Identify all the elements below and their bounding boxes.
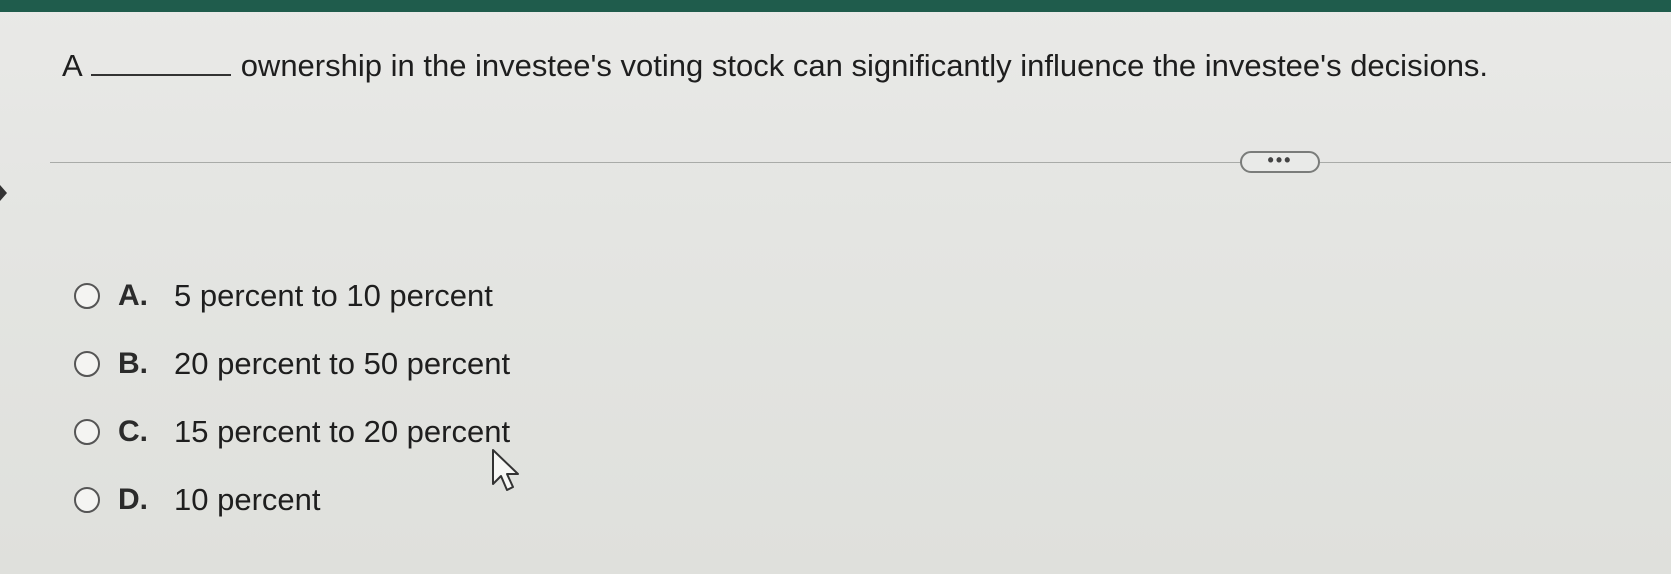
radio-b-icon[interactable] bbox=[74, 351, 100, 377]
top-bar bbox=[0, 0, 1671, 12]
radio-c-icon[interactable] bbox=[74, 419, 100, 445]
question-prefix: A bbox=[62, 48, 83, 83]
option-d[interactable]: D. 10 percent bbox=[70, 466, 510, 534]
mouse-pointer-icon bbox=[492, 449, 519, 491]
option-letter: A. bbox=[118, 279, 148, 312]
option-text: 20 percent to 50 percent bbox=[174, 346, 511, 381]
question-suffix: ownership in the investee's voting stock… bbox=[240, 48, 1489, 83]
option-b[interactable]: B. 20 percent to 50 percent bbox=[70, 330, 510, 398]
option-a[interactable]: A. 5 percent to 10 percent bbox=[70, 262, 510, 330]
question-text: Aownership in the investee's voting stoc… bbox=[62, 44, 1622, 88]
divider bbox=[50, 162, 1671, 163]
option-letter: C. bbox=[118, 415, 148, 448]
option-letter: B. bbox=[118, 347, 148, 380]
more-options-button[interactable]: ••• bbox=[1240, 151, 1320, 173]
answer-options: A. 5 percent to 10 percent B. 20 percent… bbox=[70, 262, 510, 534]
answer-blank bbox=[90, 46, 231, 76]
option-text: 10 percent bbox=[174, 482, 321, 517]
option-letter: D. bbox=[118, 483, 148, 516]
radio-d-icon[interactable] bbox=[74, 487, 100, 513]
option-text: 5 percent to 10 percent bbox=[174, 278, 493, 313]
option-text: 15 percent to 20 percent bbox=[174, 414, 511, 449]
radio-a-icon[interactable] bbox=[74, 283, 100, 309]
collapse-arrow-icon[interactable] bbox=[0, 185, 7, 201]
option-c[interactable]: C. 15 percent to 20 percent bbox=[70, 398, 510, 466]
